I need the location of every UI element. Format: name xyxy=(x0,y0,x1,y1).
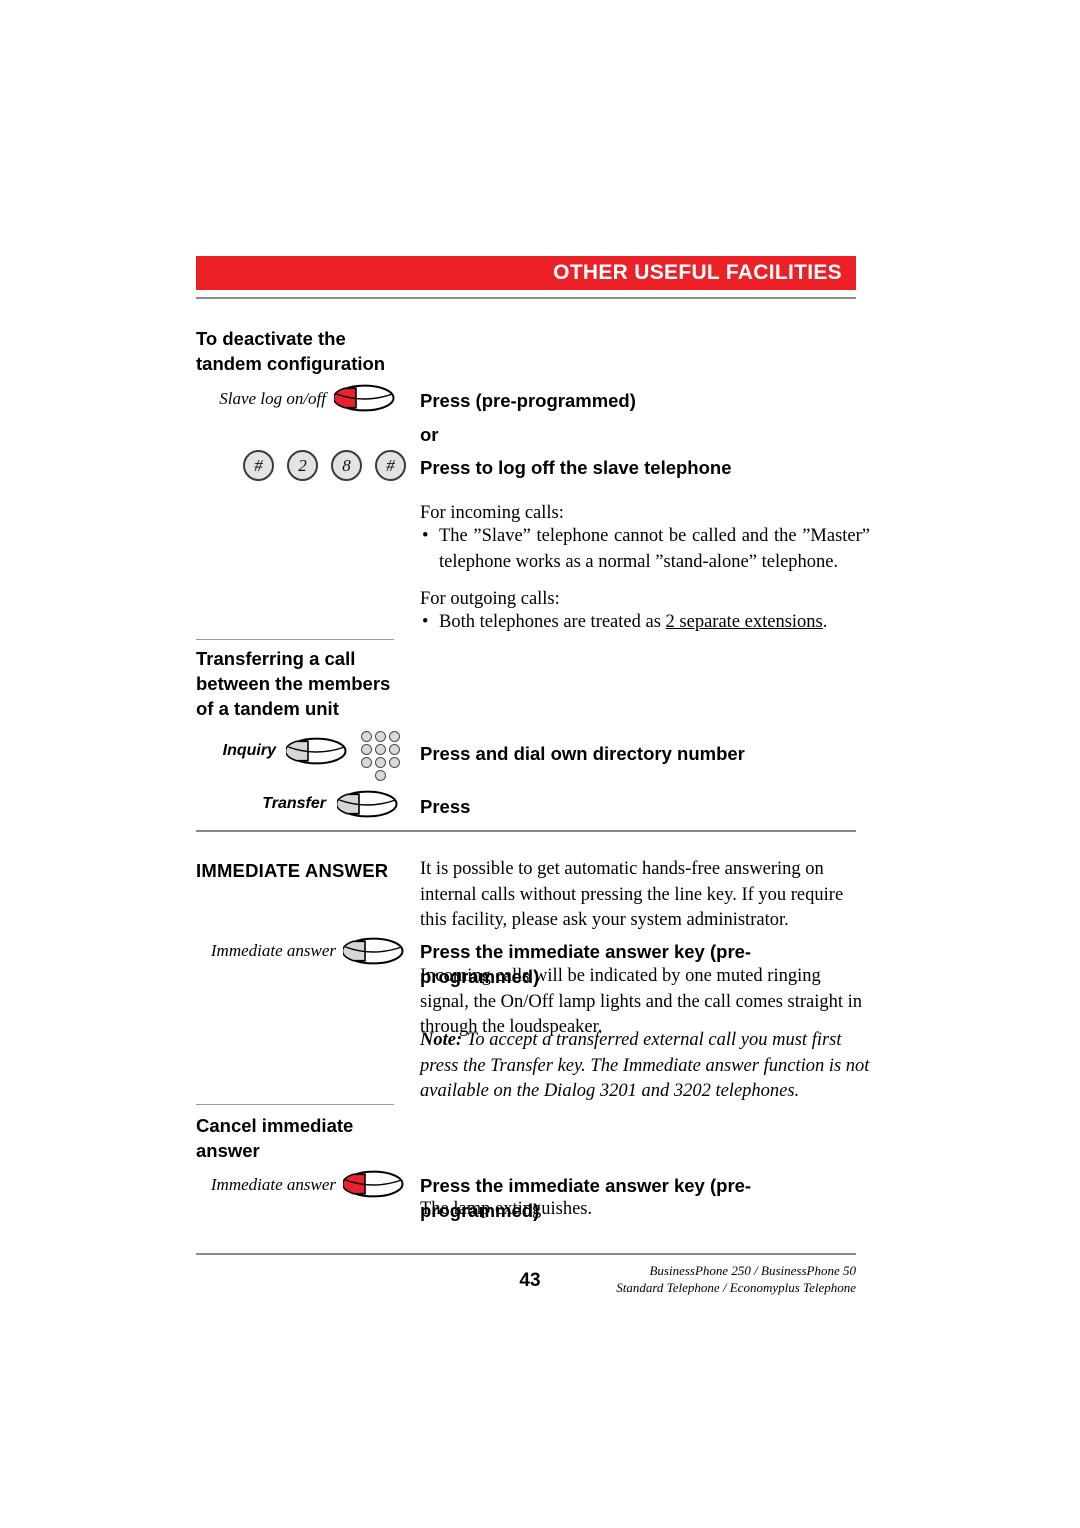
text-immediate-answer-note: Note: To accept a transferred external c… xyxy=(420,1028,870,1105)
oval-key-immediate-answer[interactable] xyxy=(343,937,404,967)
section-header-banner: OTHER USEFUL FACILITIES xyxy=(196,256,856,290)
footer-line-2: Standard Telephone / Economyplus Telepho… xyxy=(616,1280,856,1295)
key-label-immediate-answer-cancel: Immediate answer xyxy=(210,1175,336,1194)
keypad-dot xyxy=(388,731,400,742)
digit-key-8[interactable]: 8 xyxy=(331,450,362,481)
keypad-dot xyxy=(388,757,400,768)
oval-key-transfer[interactable] xyxy=(337,790,398,820)
oval-lamp-key-icon xyxy=(334,384,395,412)
bullet-text-pre: Both telephones are treated as xyxy=(439,612,666,632)
oval-lamp-key-icon xyxy=(343,1170,404,1198)
keypad-dot xyxy=(374,770,386,781)
oval-lamp-key-icon xyxy=(286,737,347,765)
connector-or: or xyxy=(420,424,439,445)
footer-product-info: BusinessPhone 250 / BusinessPhone 50 Sta… xyxy=(616,1262,856,1296)
text-immediate-answer-intro: It is possible to get automatic hands-fr… xyxy=(420,859,844,930)
heading-cancel-immediate-answer: Cancel immediate answer xyxy=(196,1115,354,1161)
oval-key-slave-log-on-off[interactable] xyxy=(334,384,395,414)
bullet-text: The ”Slave” telephone cannot be called a… xyxy=(420,524,870,575)
key-label-immediate-answer: Immediate answer xyxy=(210,941,336,960)
page-number: 43 xyxy=(519,1270,541,1291)
key-label-inquiry: Inquiry xyxy=(222,742,276,759)
bullet-outgoing-calls: Both telephones are treated as 2 separat… xyxy=(420,610,870,636)
digit-key-sequence[interactable]: # 2 8 # xyxy=(243,450,406,481)
key-label-transfer: Transfer xyxy=(262,795,326,812)
keypad-dot xyxy=(360,744,372,755)
document-page: OTHER USEFUL FACILITIES To deactivate th… xyxy=(0,0,1080,1528)
page-title: OTHER USEFUL FACILITIES xyxy=(553,261,842,284)
text-outgoing-calls-heading: For outgoing calls: xyxy=(420,589,560,609)
keypad-dot xyxy=(360,757,372,768)
instruction-dial-own-directory-number: Press and dial own directory number xyxy=(420,743,745,764)
digit-key-hash-2[interactable]: # xyxy=(375,450,406,481)
heading-immediate-answer: IMMEDIATE ANSWER xyxy=(196,860,389,881)
divider-immediate-answer xyxy=(196,830,856,832)
text-lamp-extinguishes: The lamp extinguishes. xyxy=(420,1199,593,1219)
keypad-dot xyxy=(388,744,400,755)
footer-line-1: BusinessPhone 250 / BusinessPhone 50 xyxy=(649,1263,856,1278)
oval-lamp-key-icon xyxy=(343,937,404,965)
header-divider xyxy=(196,297,856,299)
digit-key-2[interactable]: 2 xyxy=(287,450,318,481)
keypad-dot xyxy=(374,731,386,742)
text-incoming-calls-heading: For incoming calls: xyxy=(420,503,564,523)
key-label-slave-log-on-off: Slave log on/off xyxy=(219,389,326,408)
footer-divider xyxy=(196,1253,856,1255)
keypad-dot xyxy=(374,744,386,755)
note-body-text: To accept a transferred external call yo… xyxy=(420,1030,870,1101)
bullet-text-post: . xyxy=(822,612,828,632)
digit-key-hash-1[interactable]: # xyxy=(243,450,274,481)
heading-transferring-call: Transferring a call between the members … xyxy=(196,648,391,719)
instruction-press-transfer: Press xyxy=(420,796,471,817)
note-lead-label: Note: xyxy=(420,1030,463,1050)
oval-key-immediate-answer-cancel[interactable] xyxy=(343,1170,404,1200)
divider-transferring-call xyxy=(196,639,394,640)
keypad-icon[interactable] xyxy=(359,731,401,783)
bullet-text-underlined: 2 separate extensions xyxy=(665,612,823,632)
oval-key-inquiry[interactable] xyxy=(286,737,347,767)
keypad-dot xyxy=(374,757,386,768)
instruction-log-off-slave: Press to log off the slave telephone xyxy=(420,457,732,478)
divider-cancel-immediate-answer xyxy=(196,1104,394,1105)
bullet-incoming-calls: The ”Slave” telephone cannot be called a… xyxy=(420,524,870,575)
keypad-dot xyxy=(360,731,372,742)
instruction-press-preprogrammed: Press (pre-programmed) xyxy=(420,390,636,411)
oval-lamp-key-icon xyxy=(337,790,398,818)
heading-deactivate-tandem: To deactivate the tandem configuration xyxy=(196,328,386,374)
